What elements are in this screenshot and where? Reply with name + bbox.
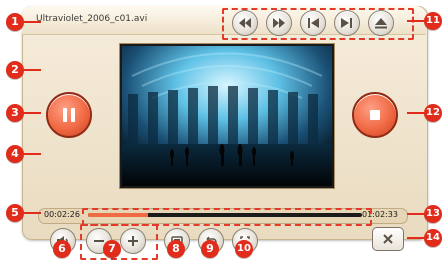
callout-3: 3 <box>6 104 24 122</box>
callout-11: 11 <box>424 12 442 30</box>
callout-4: 4 <box>6 145 24 163</box>
video-frame-icon <box>122 46 332 186</box>
callout-12: 12 <box>424 104 442 122</box>
zoom-in-icon <box>128 236 138 246</box>
callout-6: 6 <box>53 240 71 258</box>
previous-track-button[interactable] <box>300 10 326 36</box>
eject-icon <box>375 18 387 29</box>
eject-button[interactable] <box>368 10 394 36</box>
skip-next-icon <box>341 18 352 28</box>
seek-bar-fill <box>88 213 149 217</box>
video-player-diagram: Ultraviolet_2006_c01.avi 00:02:26 01:02:… <box>0 0 446 260</box>
video-preview <box>120 44 334 188</box>
callout-14: 14 <box>424 229 442 247</box>
close-icon <box>383 234 393 244</box>
stop-button[interactable] <box>352 92 398 138</box>
callout-10: 10 <box>235 240 253 258</box>
zoom-in-button[interactable] <box>120 228 146 254</box>
seek-bar[interactable] <box>88 213 362 217</box>
skip-previous-icon <box>308 18 319 28</box>
callout-2: 2 <box>6 61 24 79</box>
file-name: Ultraviolet_2006_c01.avi <box>36 14 148 24</box>
pause-button[interactable] <box>46 92 92 138</box>
time-elapsed: 00:02:26 <box>44 210 80 219</box>
callout-5: 5 <box>6 204 24 222</box>
rewind-icon <box>239 18 251 28</box>
rewind-button[interactable] <box>232 10 258 36</box>
callout-7: 7 <box>103 240 121 258</box>
stop-icon <box>370 110 380 120</box>
fast-forward-icon <box>273 18 285 28</box>
callout-9: 9 <box>201 240 219 258</box>
close-button[interactable] <box>372 227 404 251</box>
pause-icon <box>63 108 75 122</box>
next-track-button[interactable] <box>334 10 360 36</box>
callout-1: 1 <box>6 13 24 31</box>
fast-forward-button[interactable] <box>266 10 292 36</box>
callout-13: 13 <box>424 205 442 223</box>
callout-8: 8 <box>167 240 185 258</box>
